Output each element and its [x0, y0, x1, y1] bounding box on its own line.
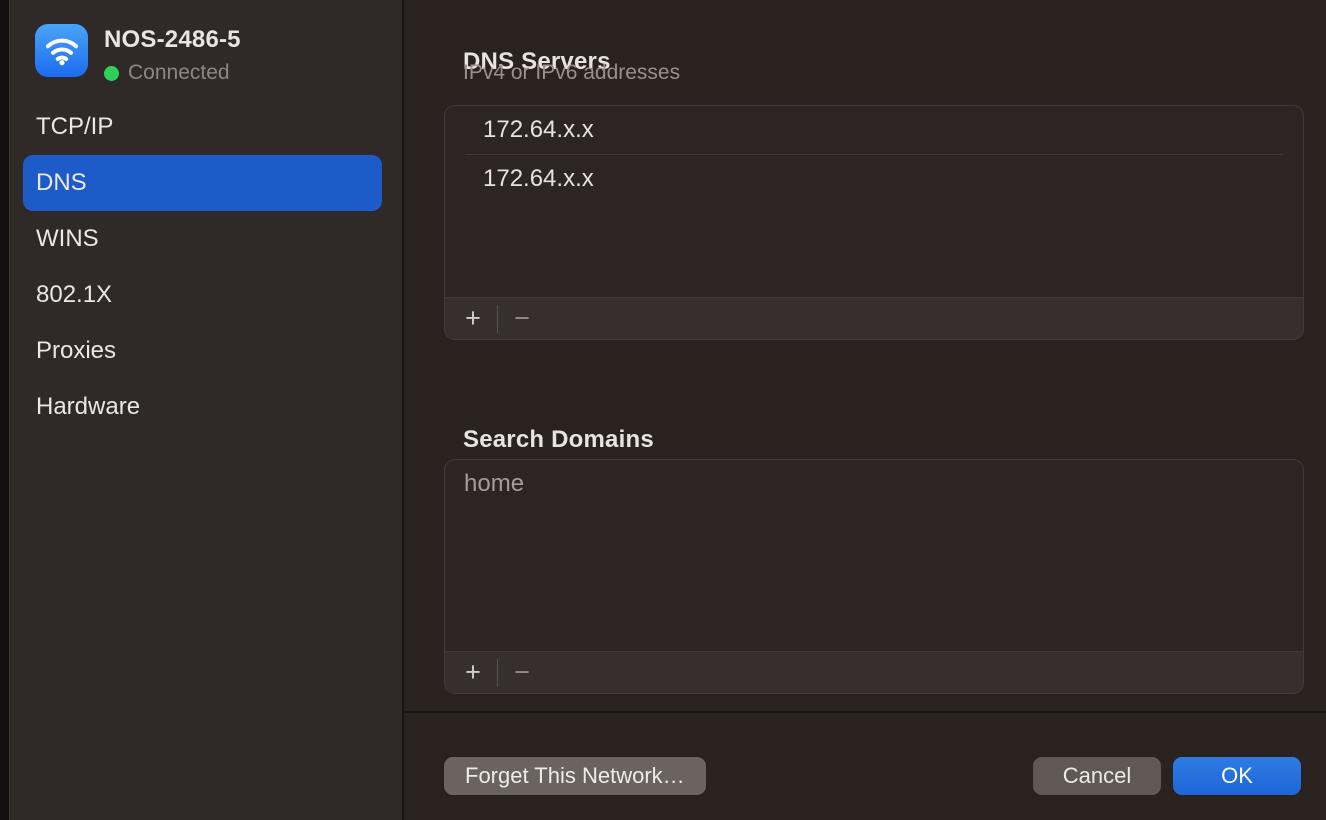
- network-status: Connected: [104, 61, 241, 85]
- search-domains-title: Search Domains: [463, 426, 654, 454]
- dns-add-button[interactable]: +: [456, 298, 490, 340]
- sidebar-item-proxies[interactable]: Proxies: [23, 323, 382, 379]
- dns-server-row[interactable]: 172.64.x.x: [445, 106, 1303, 154]
- search-domains-rows: home: [445, 460, 1303, 651]
- search-domain-add-button[interactable]: +: [456, 652, 490, 694]
- sidebar-item-tcpip[interactable]: TCP/IP: [23, 99, 382, 155]
- dns-server-row[interactable]: 172.64.x.x: [445, 155, 1303, 203]
- footer-divider: [402, 711, 1326, 713]
- connected-status-dot: [104, 66, 119, 81]
- wifi-details-window: NOS-2486-5 Connected TCP/IP DNS WINS 802…: [0, 0, 1326, 820]
- sidebar-item-8021x[interactable]: 802.1X: [23, 267, 382, 323]
- toolbar-divider: [497, 659, 498, 687]
- sidebar-item-dns[interactable]: DNS: [23, 155, 382, 211]
- forget-network-button[interactable]: Forget This Network…: [444, 757, 706, 795]
- dns-servers-listbox: 172.64.x.x 172.64.x.x + −: [444, 105, 1304, 340]
- wifi-icon: [35, 24, 88, 77]
- search-domain-row[interactable]: home: [445, 460, 1303, 508]
- dns-remove-button[interactable]: −: [505, 298, 539, 340]
- sidebar-menu: TCP/IP DNS WINS 802.1X Proxies Hardware: [11, 99, 402, 435]
- dns-servers-rows: 172.64.x.x 172.64.x.x: [445, 106, 1303, 297]
- cancel-button[interactable]: Cancel: [1033, 757, 1161, 795]
- search-domain-remove-button[interactable]: −: [505, 652, 539, 694]
- search-domains-toolbar: + −: [445, 651, 1303, 693]
- sidebar-item-hardware[interactable]: Hardware: [23, 379, 382, 435]
- window-left-edge: [0, 0, 10, 820]
- toolbar-divider: [497, 305, 498, 333]
- sidebar-item-wins[interactable]: WINS: [23, 211, 382, 267]
- sidebar: NOS-2486-5 Connected TCP/IP DNS WINS 802…: [11, 0, 402, 820]
- network-name: NOS-2486-5: [104, 26, 241, 54]
- content-pane: DNS Servers IPv4 or IPv6 addresses 172.6…: [404, 0, 1326, 820]
- dns-servers-subtitle: IPv4 or IPv6 addresses: [463, 61, 680, 85]
- search-domains-listbox: home + −: [444, 459, 1304, 694]
- ok-button[interactable]: OK: [1173, 757, 1301, 795]
- network-meta: NOS-2486-5 Connected: [104, 24, 241, 85]
- network-header: NOS-2486-5 Connected: [35, 24, 241, 85]
- dns-servers-toolbar: + −: [445, 297, 1303, 339]
- connected-status-label: Connected: [128, 61, 230, 85]
